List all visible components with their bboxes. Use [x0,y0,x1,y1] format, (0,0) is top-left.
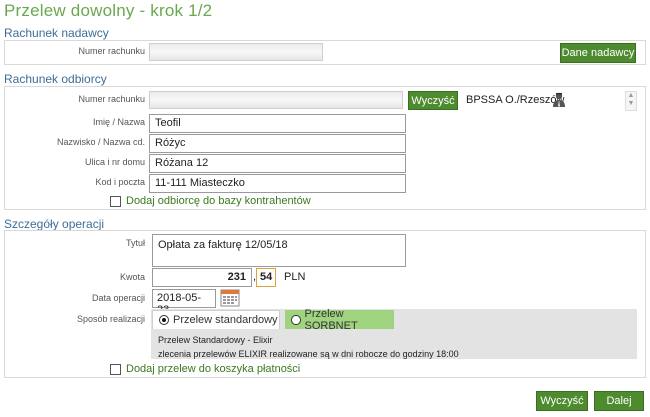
method-standard-option[interactable]: Przelew standardowy [152,310,280,330]
page-title: Przelew dowolny - krok 1/2 [4,1,213,20]
currency-label: PLN [284,271,306,283]
last-name-label: Nazwisko / Nazwa cd. [56,137,145,147]
scroll-up-icon[interactable]: ▲ [626,92,636,100]
amount-whole-input[interactable]: 231 [152,268,252,287]
method-sorbnet-radio[interactable] [291,315,301,325]
city-input[interactable]: 11-111 Miasteczko [149,174,406,193]
add-contractor-row[interactable]: Dodaj odbiorcę do bazy kontrahentów [110,195,311,207]
add-contractor-label: Dodaj odbiorcę do bazy kontrahentów [126,195,311,207]
add-basket-label: Dodaj przelew do koszyka płatności [126,363,301,375]
last-name-input[interactable]: Różyc [149,134,406,153]
recipient-clear-button[interactable]: Wyczyść [408,91,458,110]
date-input[interactable]: 2018-05-23 [152,289,216,316]
amount-cents-input[interactable]: 54 [256,268,276,287]
calendar-icon[interactable] [220,288,240,307]
city-label: Kod i poczta [95,177,145,187]
method-sorbnet-option[interactable]: Przelew SORBNET [285,308,394,332]
add-basket-checkbox[interactable] [110,363,121,375]
sender-account-select[interactable] [149,43,323,61]
street-label: Ulica i nr domu [84,157,145,167]
title-textarea[interactable]: Opłata za fakturę 12/05/18 [152,234,406,267]
details-section-title: Szczegóły operacji [4,217,105,231]
date-label: Data operacji [91,293,145,303]
street-input[interactable]: Różana 12 [149,154,406,173]
method-label: Sposób realizacji [76,314,145,324]
recipient-bank-name: BPSSA O./Rzeszów [466,94,565,106]
sender-data-button[interactable]: Dane nadawcy [560,43,636,63]
method-info-line1: Przelew Standardowy - Elixir [158,335,273,345]
person-icon [551,91,567,107]
first-name-label: Imię / Nazwa [92,117,145,127]
title-label: Tytuł [125,238,145,248]
recipient-account-input[interactable] [149,91,403,109]
amount-label: Kwota [119,272,145,282]
first-name-input[interactable]: Teofil [149,114,406,133]
method-info-box: Przelew Standardowy - Elixir zlecenia pr… [151,329,637,359]
scroll-down-icon[interactable]: ▼ [626,100,636,108]
next-button[interactable]: Dalej [594,391,644,411]
sender-account-label: Numer rachunku [78,46,145,56]
recipient-scrollbar[interactable]: ▲ ▼ [625,91,637,111]
add-contractor-checkbox[interactable] [110,195,121,207]
sender-section-title: Rachunek nadawcy [4,26,109,40]
method-standard-radio[interactable] [159,315,169,325]
method-info-line2: zlecenia przelewów ELIXIR realizowane są… [158,349,459,359]
method-standard-label: Przelew standardowy [173,314,278,326]
recipient-section-title: Rachunek odbiorcy [4,72,107,86]
recipient-account-label: Numer rachunku [78,94,145,104]
add-basket-row[interactable]: Dodaj przelew do koszyka płatności [110,363,300,375]
clear-button[interactable]: Wyczyść [536,391,588,411]
